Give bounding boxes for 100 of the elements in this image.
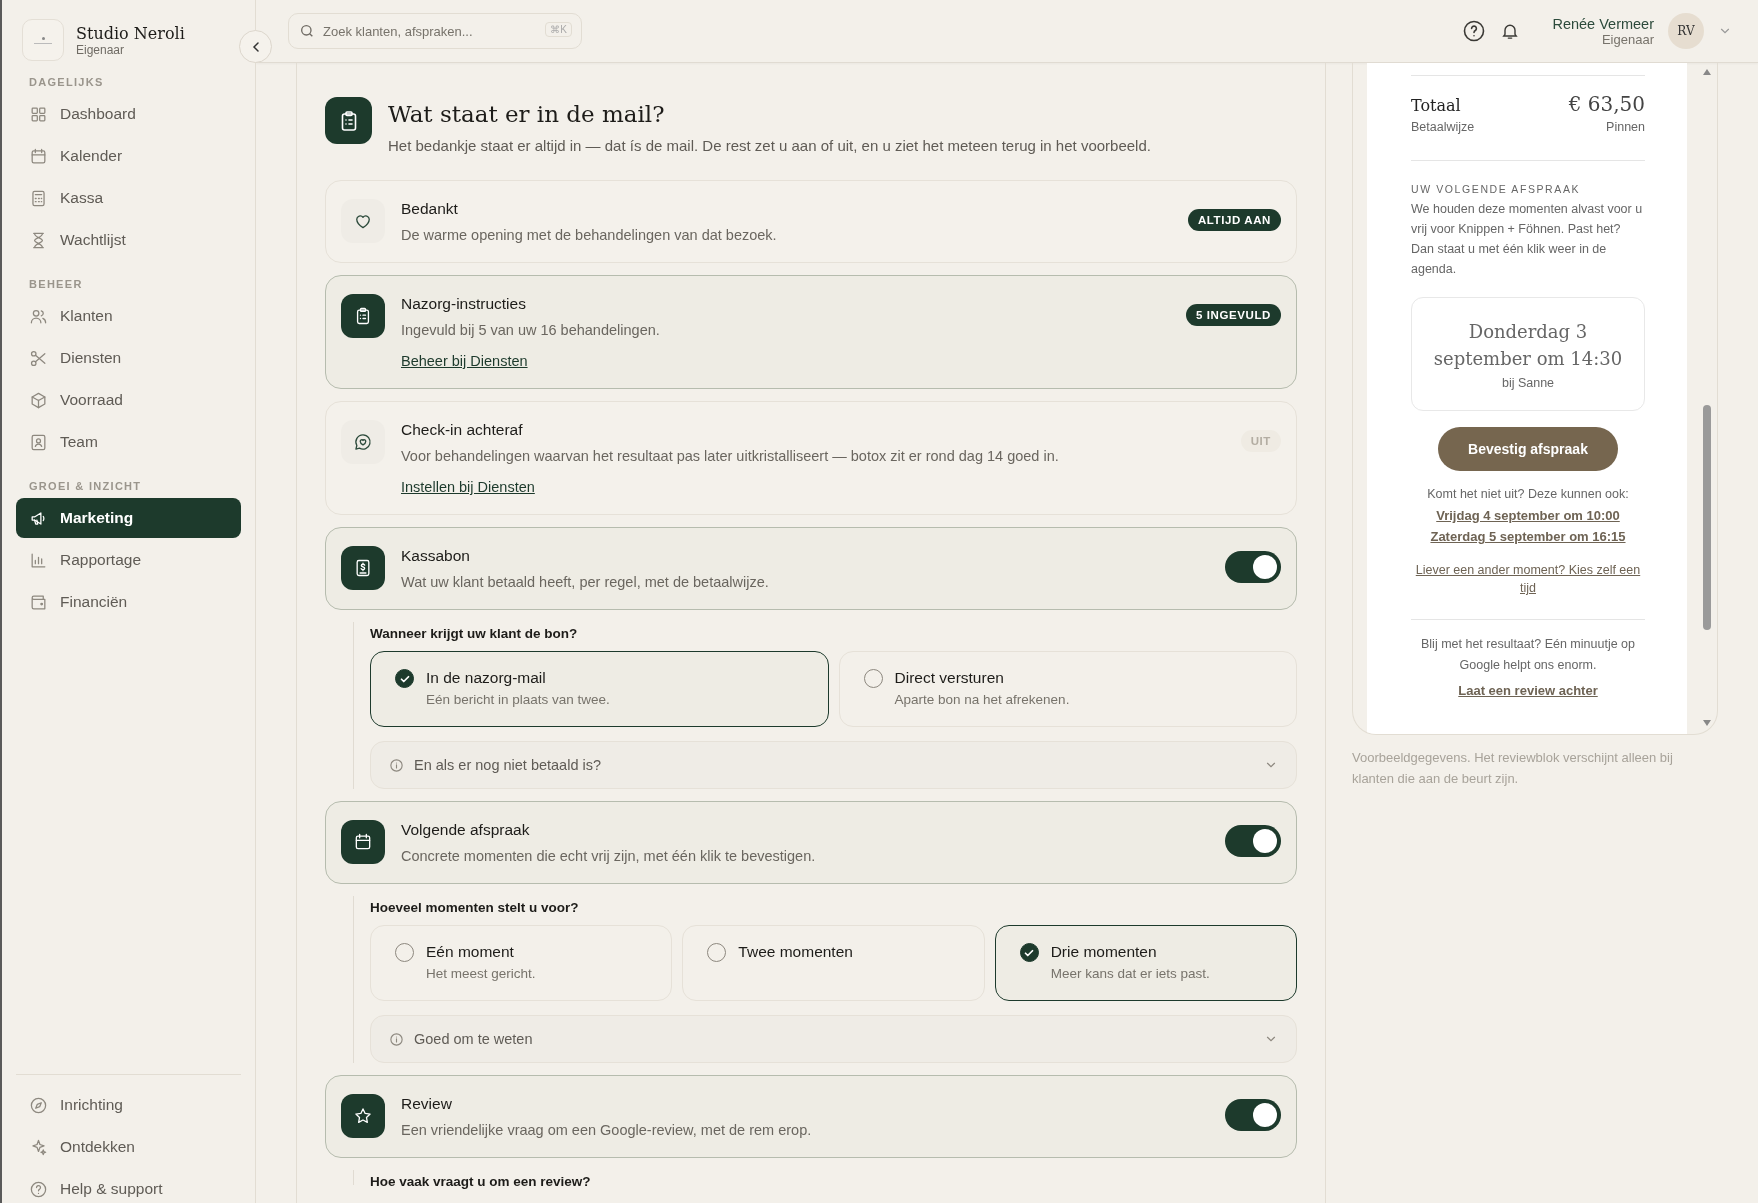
scroll-down-arrow-icon[interactable] [1703, 720, 1711, 726]
nav-item[interactable]: Ontdekken [16, 1127, 241, 1167]
scroll-up-arrow-icon[interactable] [1703, 69, 1711, 75]
brand-name: Studio Neroli [76, 23, 185, 43]
section-text: We houden deze momenten alvast voor u vrij voor Knippen + Föhnen. Past het? Dan staat u met één klik weer in de agenda. [1411, 201, 1644, 278]
card-link[interactable]: Instellen bij Diensten [401, 479, 535, 495]
help-icon [29, 1179, 48, 1199]
alternative-slot-link[interactable]: Vrijdag 4 september om 10:00 [1436, 505, 1620, 526]
nav-item[interactable]: Kassa [16, 178, 241, 218]
appointment-date: Donderdag 3 september om 14:30 [1432, 320, 1624, 371]
box-icon [29, 390, 48, 410]
choice-title: Direct versturen [894, 669, 1005, 687]
radio-button[interactable] [1019, 943, 1039, 962]
choice-title: Drie momenten [1050, 943, 1158, 961]
choice-title: Eén moment [426, 943, 515, 961]
review-link[interactable]: Laat een review achter [1458, 680, 1598, 701]
nav-item[interactable]: Help & support [16, 1169, 241, 1203]
option-question: Hoeveel momenten stelt u voor? [370, 900, 580, 915]
choice-option[interactable]: In de nazorg-mail Eén bericht in plaats van twee. [370, 651, 829, 727]
choice-description: Aparte bon na het afrekenen. [894, 692, 1070, 707]
toggle-switch[interactable] [1225, 551, 1281, 583]
brand-role: Eigenaar [76, 42, 126, 57]
status-badge: 5 INGEVULD [1186, 304, 1281, 326]
nav-item[interactable]: Marketing [16, 498, 241, 538]
card-description: De warme opening met de behandelingen van dat bezoek. [401, 227, 778, 243]
scissors-icon [29, 348, 48, 368]
card-title: Kassabon [401, 547, 471, 565]
confirm-button[interactable]: Bevestig afspraak [1438, 427, 1618, 471]
nav-item[interactable]: Inrichting [16, 1085, 241, 1125]
card-description: Een vriendelijke vraag om een Google-review, met de rem erop. [401, 1122, 813, 1138]
disclosure-row[interactable]: En als er nog niet betaald is? [370, 741, 1297, 789]
card-description: Concrete momenten die echt vrij zijn, met één klik te bevestigen. [401, 848, 817, 864]
payment-method-label: Betaalwijze [1411, 120, 1475, 134]
status-badge: ALTIJD AAN [1187, 209, 1281, 231]
choice-title: In de nazorg-mail [426, 669, 547, 687]
card-title: Volgende afspraak [401, 821, 531, 839]
choice-option[interactable]: Drie momenten Meer kans dat er iets past. [994, 925, 1297, 1001]
choice-option[interactable]: Eén moment Het meest gericht. [370, 925, 673, 1001]
nav-item[interactable]: Rapportage [16, 540, 241, 580]
sparkle-icon [29, 1137, 48, 1157]
card-description: Voor behandelingen waarvan het resultaat pas later uitkristalliseert — botox zit er rond dag 14 goed in. [401, 448, 1060, 464]
card-link[interactable]: Beheer bij Diensten [401, 353, 528, 369]
info-icon [389, 757, 404, 773]
search-icon [299, 23, 315, 39]
compass-icon [29, 1095, 48, 1115]
nav-item[interactable]: Financiën [16, 582, 241, 622]
page-title: Wat staat er in de mail? [388, 101, 666, 127]
section-heading: DAGELIJKS [28, 76, 105, 88]
status-badge: UIT [1240, 430, 1281, 452]
nav-item[interactable]: Kalender [16, 136, 241, 176]
choice-description: Eén bericht in plaats van twee. [426, 692, 610, 707]
card-title: Check-in achteraf [401, 421, 524, 439]
option-question: Wanneer krijgt uw klant de bon? [370, 626, 579, 641]
review-text: Blij met het resultaat? Eén minuutje op Google helpt ons enorm. [1420, 636, 1636, 674]
alternative-slot-link[interactable]: Zaterdag 5 september om 16:15 [1430, 526, 1626, 547]
alternatives-intro: Komt het niet uit? Deze kunnen ook: [1426, 487, 1630, 501]
scrollbar-thumb[interactable] [1703, 405, 1711, 630]
id-card-icon [29, 432, 48, 452]
section-heading: UW VOLGENDE AFSPRAAK [1411, 183, 1582, 195]
info-icon [389, 1031, 404, 1047]
payment-method-value: Pinnen [1606, 120, 1645, 134]
choice-option[interactable]: Twee momenten [682, 925, 985, 1001]
card-description: Ingevuld bij 5 van uw 16 behandelingen. [401, 322, 661, 338]
choice-title: Twee momenten [738, 943, 853, 961]
card-title: Review [401, 1095, 453, 1113]
card-title: Nazorg-instructies [401, 295, 527, 313]
card-description: Wat uw klant betaald heeft, per regel, met de betaalwijze. [401, 574, 770, 590]
user-role: Eigenaar [1601, 31, 1654, 47]
section-heading: GROEI & INZICHT [28, 480, 143, 492]
star-icon [353, 1106, 373, 1126]
nav-item[interactable]: Voorraad [16, 380, 241, 420]
disclosure-row[interactable]: Goed om te weten [370, 1015, 1297, 1063]
calendar-icon [353, 832, 373, 852]
toggle-switch[interactable] [1225, 825, 1281, 857]
card-title: Bedankt [401, 200, 459, 218]
calendar-icon [29, 146, 48, 166]
total-amount: € 63,50 [1568, 92, 1645, 116]
nav-item[interactable]: Dashboard [16, 94, 241, 134]
nav-item[interactable]: Klanten [16, 296, 241, 336]
help-icon[interactable] [1462, 19, 1487, 43]
shortcut-hint: ⌘K [545, 22, 572, 37]
nav-item[interactable]: Diensten [16, 338, 241, 378]
nav-item[interactable]: Team [16, 422, 241, 462]
avatar[interactable]: RV [1668, 13, 1704, 49]
toggle-switch[interactable] [1225, 1099, 1281, 1131]
radio-button[interactable] [395, 669, 414, 688]
choice-description: Meer kans dat er iets past. [1050, 966, 1210, 981]
choice-option[interactable]: Direct versturen Aparte bon na het afrekenen. [838, 651, 1297, 727]
preview-caption: Voorbeeldgegevens. Het reviewblok verschijnt alleen bij klanten die aan de beurt zijn. [1352, 749, 1674, 788]
section-heading: BEHEER [28, 278, 84, 290]
calculator-icon [29, 188, 48, 208]
page-subtitle: Het bedankje staat er altijd in — dat ís de mail. De rest zet u aan of uit, en u ziet het meteen terug in het voorbeeld. [388, 137, 1151, 154]
option-question: Hoe vaak vraagt u om een review? [370, 1174, 592, 1189]
collapse-button[interactable] [239, 30, 272, 63]
choice-description: Het meest gericht. [426, 966, 536, 981]
nav-item[interactable]: Wachtlijst [16, 220, 241, 260]
user-name: Renée Vermeer [1552, 15, 1654, 32]
logo-icon [22, 19, 64, 61]
choose-time-link[interactable]: Liever een ander moment? Kies zelf een tijd [1411, 561, 1645, 597]
chat-heart-icon [353, 432, 373, 452]
